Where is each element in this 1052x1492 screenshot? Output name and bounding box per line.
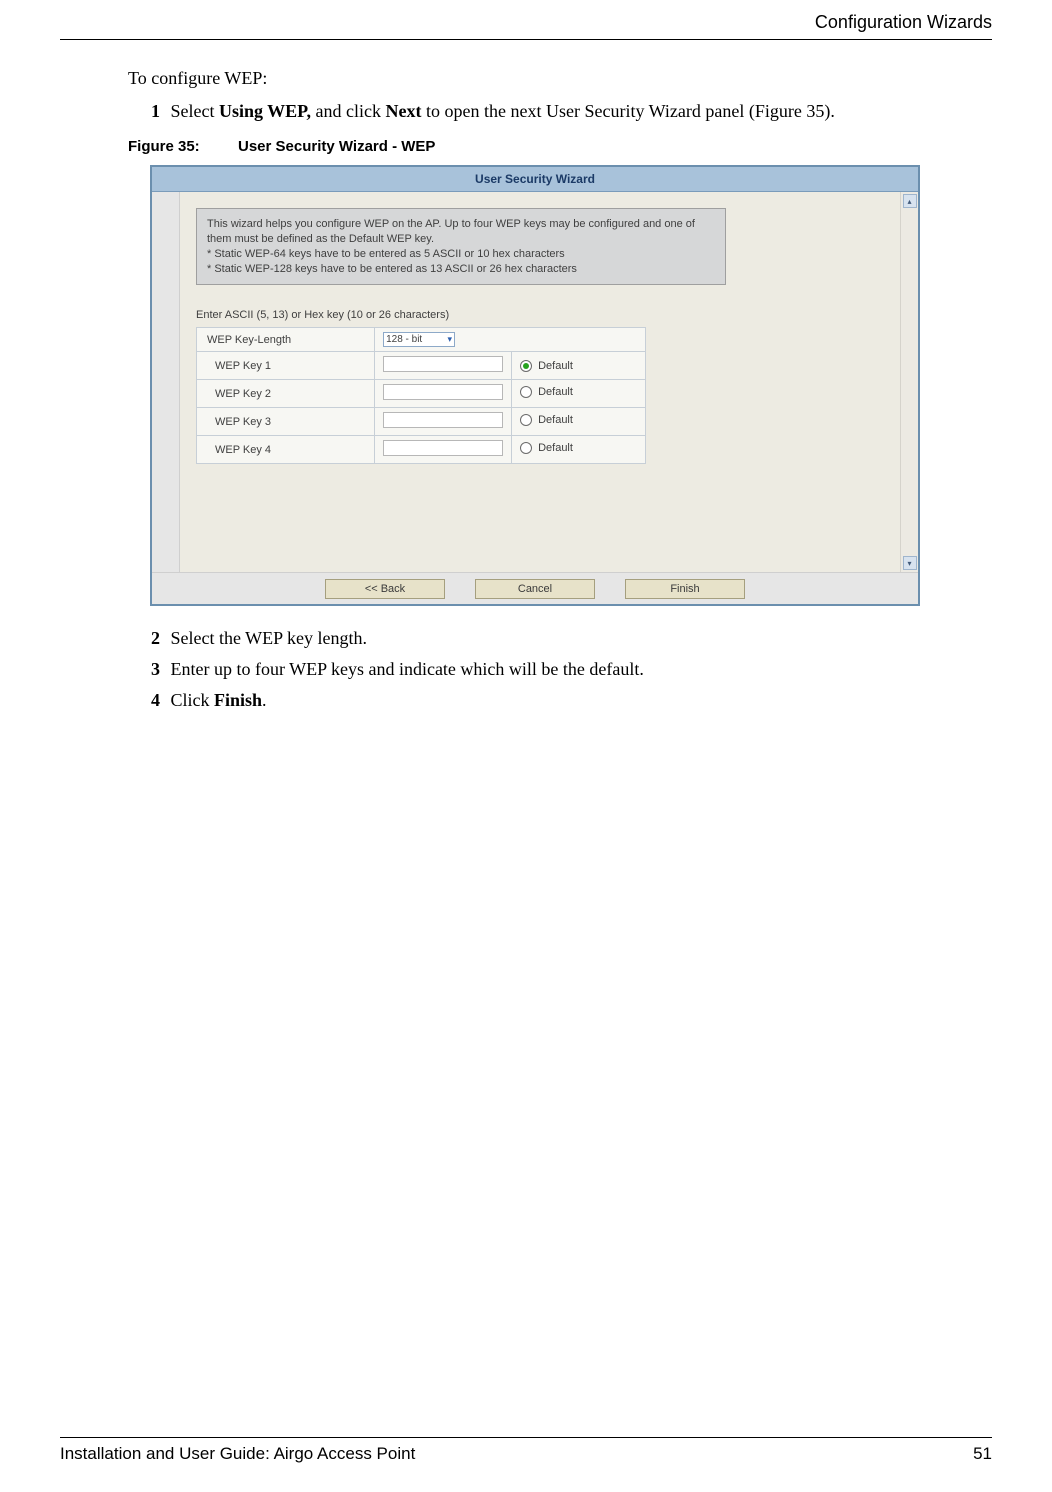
step-4: 4 Click Finish. xyxy=(138,690,992,711)
wizard-help-line2: * Static WEP-64 keys have to be entered … xyxy=(207,247,715,262)
wep-key-4-default-label: Default xyxy=(538,442,573,454)
intro-text: To configure WEP: xyxy=(128,68,992,89)
finish-button[interactable]: Finish xyxy=(625,579,745,599)
key-length-value: 128 - bit xyxy=(386,334,422,345)
row-wep-key-1: WEP Key 1 Default xyxy=(197,352,646,380)
step-1: 1 Select Using WEP, and click Next to op… xyxy=(138,101,992,122)
step-1-num: 1 xyxy=(138,101,160,122)
wizard-prompt: Enter ASCII (5, 13) or Hex key (10 or 26… xyxy=(196,309,886,321)
key-length-label: WEP Key-Length xyxy=(197,328,375,352)
key-length-select[interactable]: 128 - bit ▾ xyxy=(383,332,455,347)
wizard-left-gutter xyxy=(152,192,180,572)
figure-title: User Security Wizard - WEP xyxy=(238,138,435,155)
wep-key-4-default-radio[interactable] xyxy=(520,442,532,454)
step-1-text-a: Select xyxy=(171,101,219,121)
wep-key-3-default-label: Default xyxy=(538,414,573,426)
step-4-text-a: Click xyxy=(171,690,215,710)
figure-caption: Figure 35:User Security Wizard - WEP xyxy=(128,138,992,155)
wep-key-1-input[interactable] xyxy=(383,356,503,372)
step-3-text: Enter up to four WEP keys and indicate w… xyxy=(171,659,644,679)
step-1-text-d: Next xyxy=(386,101,422,121)
scroll-down-icon[interactable]: ▾ xyxy=(903,556,917,570)
footer-page-number: 51 xyxy=(973,1444,992,1464)
footer-doc-title: Installation and User Guide: Airgo Acces… xyxy=(60,1444,415,1464)
wizard-info-panel: This wizard helps you configure WEP on t… xyxy=(196,208,726,285)
row-wep-key-2: WEP Key 2 Default xyxy=(197,380,646,408)
figure-number: Figure 35: xyxy=(128,138,238,155)
wizard-help-line3: * Static WEP-128 keys have to be entered… xyxy=(207,262,715,277)
step-3-num: 3 xyxy=(138,659,160,680)
step-4-text-b: Finish xyxy=(214,690,262,710)
row-wep-key-4: WEP Key 4 Default xyxy=(197,436,646,464)
wizard-footer: << Back Cancel Finish xyxy=(152,572,918,604)
wep-key-2-default-radio[interactable] xyxy=(520,386,532,398)
wep-key-1-default-label: Default xyxy=(538,360,573,372)
wizard-title: User Security Wizard xyxy=(152,167,918,192)
step-1-text-b: Using WEP, xyxy=(219,101,311,121)
wep-key-1-default-radio[interactable] xyxy=(520,360,532,372)
wep-key-4-input[interactable] xyxy=(383,440,503,456)
wep-key-2-label: WEP Key 2 xyxy=(197,380,375,408)
step-4-text-c: . xyxy=(262,690,267,710)
wizard-help-line1: This wizard helps you configure WEP on t… xyxy=(207,217,715,247)
step-3: 3 Enter up to four WEP keys and indicate… xyxy=(138,659,992,680)
row-wep-key-3: WEP Key 3 Default xyxy=(197,408,646,436)
wizard-screenshot: User Security Wizard This wizard helps y… xyxy=(150,165,920,606)
step-1-text-e: to open the next User Security Wizard pa… xyxy=(422,101,835,121)
wep-key-3-input[interactable] xyxy=(383,412,503,428)
row-key-length: WEP Key-Length 128 - bit ▾ xyxy=(197,328,646,352)
step-2-num: 2 xyxy=(138,628,160,649)
page-footer: Installation and User Guide: Airgo Acces… xyxy=(60,1437,992,1464)
step-1-text-c: and click xyxy=(311,101,385,121)
wep-key-3-default-radio[interactable] xyxy=(520,414,532,426)
wep-key-3-label: WEP Key 3 xyxy=(197,408,375,436)
step-4-num: 4 xyxy=(138,690,160,711)
scroll-up-icon[interactable]: ▴ xyxy=(903,194,917,208)
wep-key-2-input[interactable] xyxy=(383,384,503,400)
wizard-scrollbar[interactable]: ▴ ▾ xyxy=(900,192,918,572)
header-section: Configuration Wizards xyxy=(60,0,992,40)
back-button[interactable]: << Back xyxy=(325,579,445,599)
step-2-text: Select the WEP key length. xyxy=(171,628,367,648)
wep-form-table: WEP Key-Length 128 - bit ▾ WEP Key 1 xyxy=(196,327,646,464)
wep-key-1-label: WEP Key 1 xyxy=(197,352,375,380)
wep-key-4-label: WEP Key 4 xyxy=(197,436,375,464)
wep-key-2-default-label: Default xyxy=(538,386,573,398)
step-2: 2 Select the WEP key length. xyxy=(138,628,992,649)
cancel-button[interactable]: Cancel xyxy=(475,579,595,599)
chevron-down-icon: ▾ xyxy=(448,334,453,345)
